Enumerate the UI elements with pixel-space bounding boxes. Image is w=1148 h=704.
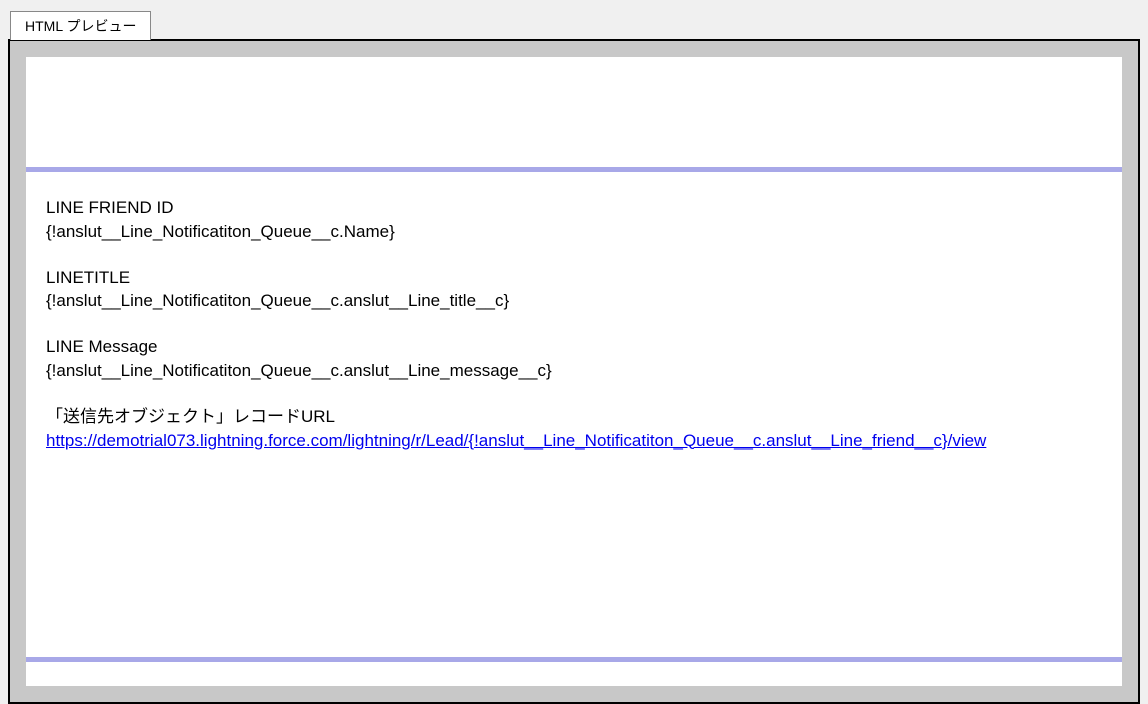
value-message: {!anslut__Line_Notificatiton_Queue__c.an… (46, 359, 1102, 383)
preview-content: LINE FRIEND ID {!anslut__Line_Notificati… (26, 57, 1122, 686)
link-record-url[interactable]: https://demotrial073.lightning.force.com… (46, 431, 986, 450)
label-title: LINETITLE (46, 266, 1102, 290)
page-wrapper: HTML プレビュー LINE FRIEND ID {!anslut__Line… (0, 0, 1148, 704)
field-group-message: LINE Message {!anslut__Line_Notificatito… (46, 335, 1102, 383)
label-friend-id: LINE FRIEND ID (46, 196, 1102, 220)
tab-html-preview[interactable]: HTML プレビュー (10, 11, 151, 40)
divider-top (26, 167, 1122, 172)
value-friend-id: {!anslut__Line_Notificatiton_Queue__c.Na… (46, 220, 1102, 244)
preview-frame: LINE FRIEND ID {!anslut__Line_Notificati… (8, 39, 1140, 704)
label-record-url: 「送信先オブジェクト」レコードURL (46, 405, 1102, 429)
label-message: LINE Message (46, 335, 1102, 359)
divider-bottom (26, 657, 1122, 662)
content-body: LINE FRIEND ID {!anslut__Line_Notificati… (26, 196, 1122, 452)
spacer-top (26, 57, 1122, 167)
field-group-record-url: 「送信先オブジェクト」レコードURL https://demotrial073.… (46, 405, 1102, 453)
value-title: {!anslut__Line_Notificatiton_Queue__c.an… (46, 289, 1102, 313)
tab-container: HTML プレビュー (0, 10, 1148, 39)
field-group-title: LINETITLE {!anslut__Line_Notificatiton_Q… (46, 266, 1102, 314)
field-group-friend-id: LINE FRIEND ID {!anslut__Line_Notificati… (46, 196, 1102, 244)
